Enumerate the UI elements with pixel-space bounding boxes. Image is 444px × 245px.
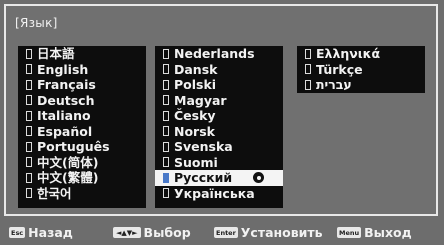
language-column-1: 日本語 English Français Deutsch Italiano Es… (18, 46, 146, 208)
language-label: 中文(简体) (37, 154, 99, 170)
language-option-czech[interactable]: Česky (155, 108, 283, 124)
language-column-3: Ελληνικά Türkçe עברית (297, 46, 425, 93)
language-label: Deutsch (37, 92, 95, 108)
language-label: Polski (174, 77, 217, 92)
language-label: 日本語 (37, 46, 75, 61)
exit-label: Выход (364, 225, 412, 240)
language-option-swedish[interactable]: Svenska (155, 139, 283, 155)
language-option-french[interactable]: Français (18, 77, 146, 93)
language-label: Türkçe (316, 61, 363, 77)
language-option-norwegian[interactable]: Norsk (155, 124, 283, 140)
language-option-chinese-traditional[interactable]: 中文(繁體) (18, 170, 146, 186)
esc-key-icon: Esc (9, 227, 26, 238)
language-label: Ελληνικά (316, 46, 381, 61)
select-hint: ◄▲▼► Выбор (113, 225, 191, 240)
radio-icon (26, 141, 32, 152)
language-label: Українська (174, 185, 255, 201)
set-label: Установить (240, 225, 323, 240)
language-label: Česky (174, 108, 216, 123)
language-label: Magyar (174, 92, 227, 108)
radio-icon (26, 126, 32, 137)
language-option-turkish[interactable]: Türkçe (297, 62, 425, 78)
language-option-finnish[interactable]: Suomi (155, 155, 283, 171)
language-label: Norsk (174, 123, 215, 139)
language-label: Português (37, 139, 110, 154)
select-label: Выбор (143, 225, 191, 240)
projector-menu-screen: [Язык] 日本語 English Français Deutsch Ital… (0, 0, 444, 245)
language-option-portuguese[interactable]: Português (18, 139, 146, 155)
language-option-hebrew[interactable]: עברית (297, 77, 425, 93)
radio-icon (26, 188, 32, 199)
radio-icon (163, 48, 169, 59)
language-option-greek[interactable]: Ελληνικά (297, 46, 425, 62)
radio-icon (305, 64, 311, 75)
radio-icon (26, 95, 32, 106)
radio-selected-icon (163, 172, 169, 183)
language-label: Italiano (37, 108, 91, 123)
radio-icon (26, 79, 32, 90)
language-option-italian[interactable]: Italiano (18, 108, 146, 124)
language-label: Dansk (174, 61, 218, 77)
language-option-polish[interactable]: Polski (155, 77, 283, 93)
radio-icon (163, 110, 169, 121)
radio-icon (163, 188, 169, 199)
radio-icon (163, 79, 169, 90)
language-label: Español (37, 123, 93, 139)
radio-icon (163, 95, 169, 106)
radio-icon (26, 172, 32, 183)
radio-icon (163, 64, 169, 75)
arrow-keys-icon: ◄▲▼► (113, 227, 141, 238)
radio-icon (26, 64, 32, 75)
exit-hint[interactable]: Menu Выход (337, 225, 412, 240)
language-option-spanish[interactable]: Español (18, 124, 146, 140)
back-hint[interactable]: Esc Назад (9, 225, 73, 240)
radio-icon (305, 79, 311, 90)
radio-icon (163, 141, 169, 152)
language-option-dutch[interactable]: Nederlands (155, 46, 283, 62)
key-hints-bar: Esc Назад ◄▲▼► Выбор Enter Установить Me… (0, 220, 444, 245)
set-hint[interactable]: Enter Установить (214, 225, 323, 240)
language-option-russian[interactable]: Русский (155, 170, 283, 186)
radio-icon (26, 110, 32, 121)
language-label: Suomi (174, 154, 218, 170)
language-label: Svenska (174, 139, 233, 154)
language-option-german[interactable]: Deutsch (18, 93, 146, 109)
language-label: 한국어 (37, 185, 72, 201)
language-option-english[interactable]: English (18, 62, 146, 78)
enter-key-icon: Enter (214, 227, 238, 238)
language-option-korean[interactable]: 한국어 (18, 186, 146, 202)
language-option-hungarian[interactable]: Magyar (155, 93, 283, 109)
current-setting-icon (253, 172, 264, 183)
radio-icon (305, 48, 311, 59)
language-option-japanese[interactable]: 日本語 (18, 46, 146, 62)
dialog-title: [Язык] (15, 16, 58, 30)
language-option-danish[interactable]: Dansk (155, 62, 283, 78)
radio-icon (163, 157, 169, 168)
language-label: Français (37, 77, 96, 92)
radio-icon (26, 157, 32, 168)
language-option-ukrainian[interactable]: Українська (155, 186, 283, 202)
back-label: Назад (28, 225, 73, 240)
language-label: Nederlands (174, 46, 255, 61)
language-label: Русский (174, 170, 233, 185)
language-option-chinese-simplified[interactable]: 中文(简体) (18, 155, 146, 171)
radio-icon (26, 48, 32, 59)
language-label: English (37, 61, 89, 77)
radio-icon (163, 126, 169, 137)
language-label: 中文(繁體) (37, 170, 99, 185)
menu-key-icon: Menu (337, 227, 362, 238)
language-column-2: Nederlands Dansk Polski Magyar Česky Nor… (155, 46, 283, 208)
language-label: עברית (316, 77, 352, 92)
